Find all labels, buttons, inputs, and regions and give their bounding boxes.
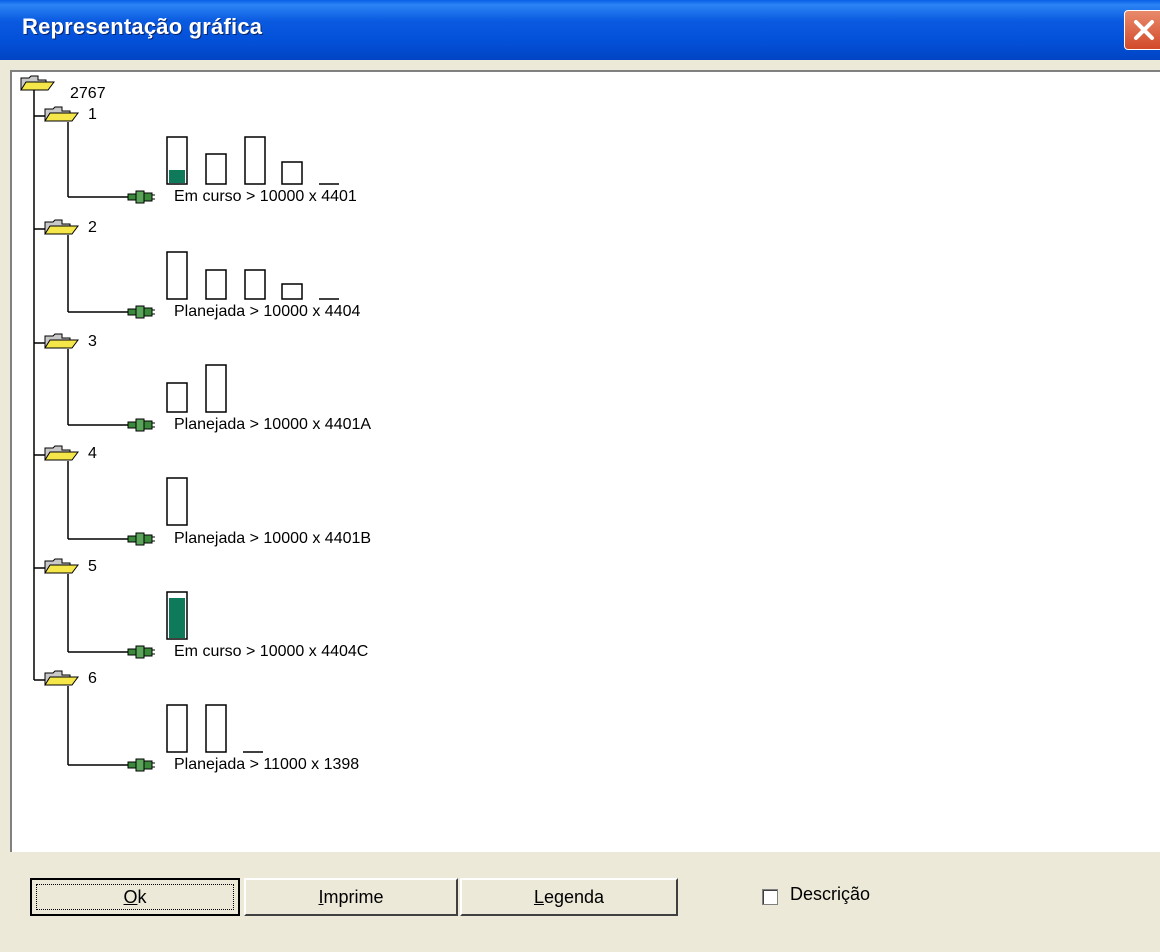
close-button[interactable] bbox=[1124, 10, 1160, 50]
tree-node-label[interactable]: 1 bbox=[88, 106, 97, 124]
stock-bar bbox=[166, 477, 188, 526]
folder-icon bbox=[44, 445, 79, 461]
tree-node-label[interactable]: 4 bbox=[88, 445, 97, 463]
tree-node-label[interactable]: 2 bbox=[88, 219, 97, 237]
folder-icon bbox=[44, 558, 79, 574]
tree-node-label[interactable]: 6 bbox=[88, 670, 97, 688]
plug-icon bbox=[127, 758, 156, 772]
tree-leaf-label[interactable]: Planejada > 10000 x 4404 bbox=[174, 303, 360, 321]
folder-icon bbox=[44, 670, 79, 686]
folder-icon bbox=[44, 219, 79, 235]
folder-icon bbox=[44, 106, 79, 122]
title-bar: Representação gráfica bbox=[0, 0, 1160, 60]
stock-bar bbox=[205, 269, 227, 300]
stock-bar bbox=[281, 161, 303, 185]
stock-bar bbox=[205, 364, 227, 413]
print-button[interactable]: Imprime bbox=[244, 878, 458, 916]
stock-bar-fill bbox=[169, 598, 185, 638]
stock-bar bbox=[244, 269, 266, 300]
plug-icon bbox=[127, 190, 156, 204]
close-icon bbox=[1134, 20, 1154, 40]
tree-node-label[interactable]: 5 bbox=[88, 558, 97, 576]
stock-bar bbox=[166, 382, 188, 413]
legend-button[interactable]: Legenda bbox=[460, 878, 678, 916]
stock-bar bbox=[166, 251, 188, 300]
stock-bar bbox=[205, 153, 227, 185]
tree-leaf-label[interactable]: Em curso > 10000 x 4404C bbox=[174, 643, 368, 661]
stock-bar bbox=[166, 704, 188, 753]
root-folder-icon bbox=[20, 75, 55, 91]
tree-leaf-label[interactable]: Planejada > 10000 x 4401B bbox=[174, 530, 371, 548]
tree-root-label[interactable]: 2767 bbox=[70, 85, 106, 103]
description-checkbox-label[interactable]: Descrição bbox=[790, 884, 870, 905]
ok-button[interactable]: Ok bbox=[30, 878, 240, 916]
description-checkbox[interactable] bbox=[762, 889, 778, 905]
plug-icon bbox=[127, 645, 156, 659]
plug-icon bbox=[127, 418, 156, 432]
stock-bar bbox=[244, 136, 266, 185]
tree-node-label[interactable]: 3 bbox=[88, 333, 97, 351]
tree-leaf-label[interactable]: Planejada > 11000 x 1398 bbox=[174, 756, 359, 774]
graph-panel: 2767 1 Em curso > 10000 x 4401 2 Planeja… bbox=[10, 70, 1160, 852]
plug-icon bbox=[127, 532, 156, 546]
stock-bar bbox=[281, 283, 303, 300]
plug-icon bbox=[127, 305, 156, 319]
folder-icon bbox=[44, 333, 79, 349]
stock-bar-fill bbox=[169, 170, 185, 183]
stock-bar bbox=[205, 704, 227, 753]
tree-leaf-label[interactable]: Em curso > 10000 x 4401 bbox=[174, 188, 357, 206]
tree-leaf-label[interactable]: Planejada > 10000 x 4401A bbox=[174, 416, 371, 434]
window-title: Representação gráfica bbox=[22, 14, 263, 39]
